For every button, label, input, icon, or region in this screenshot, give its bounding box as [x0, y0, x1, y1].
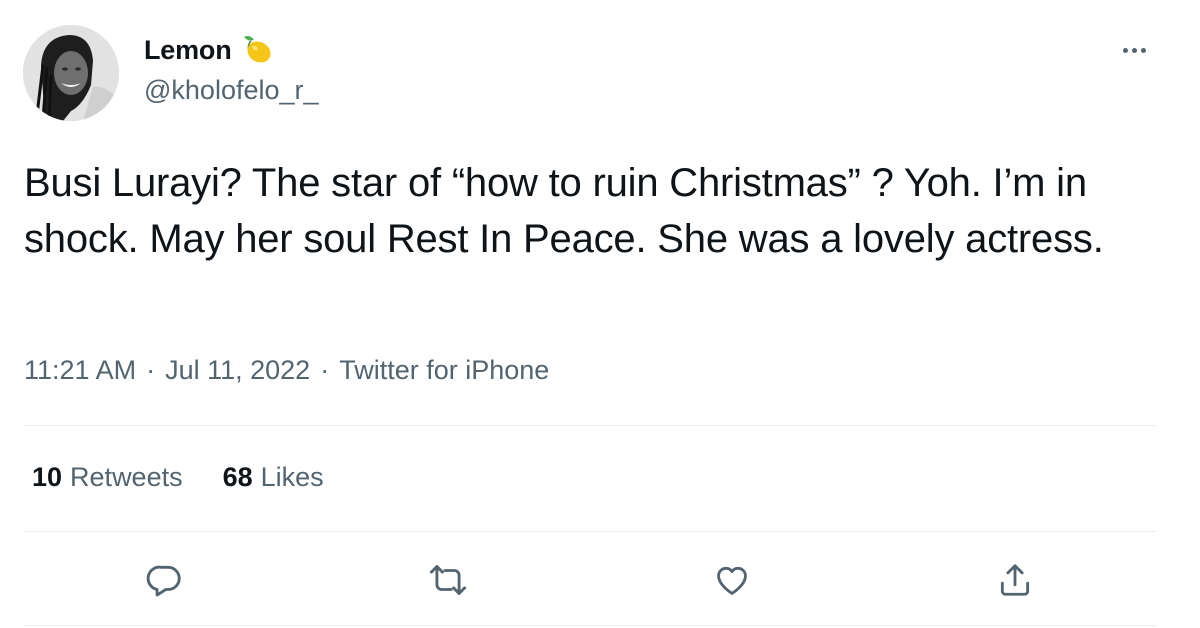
more-dot-icon: [1122, 47, 1128, 53]
retweets-label: Retweets: [70, 462, 183, 492]
reply-button[interactable]: [141, 558, 189, 602]
meta-separator: ·: [146, 355, 156, 385]
share-icon: [1000, 564, 1030, 596]
tweet-card: Lemon @kholofelo_r_ Busi Lurayi? The sta…: [0, 0, 1200, 628]
more-dot-icon: [1140, 47, 1146, 53]
avatar[interactable]: [23, 25, 119, 121]
like-icon: [717, 566, 747, 595]
likes-stat[interactable]: 68 Likes: [223, 462, 324, 493]
avatar-photo: [23, 25, 119, 121]
tweet-stats: 10 Retweets 68 Likes: [32, 462, 324, 493]
more-dot-icon: [1131, 47, 1137, 53]
share-button[interactable]: [991, 558, 1039, 602]
more-options-button[interactable]: [1112, 36, 1156, 64]
retweet-icon: [429, 565, 467, 595]
author-handle[interactable]: @kholofelo_r_: [144, 75, 319, 106]
tweet-source-link[interactable]: Twitter for iPhone: [339, 355, 549, 386]
like-button[interactable]: [708, 558, 756, 602]
retweet-button[interactable]: [424, 558, 472, 602]
likes-label: Likes: [260, 462, 324, 492]
divider: [24, 531, 1156, 532]
retweets-stat[interactable]: 10 Retweets: [32, 462, 183, 493]
divider: [24, 425, 1156, 426]
likes-count: 68: [222, 462, 253, 492]
tweet-time[interactable]: 11:21 AM: [24, 355, 136, 386]
reply-icon: [146, 565, 181, 597]
tweet-date[interactable]: Jul 11, 2022: [165, 355, 310, 386]
retweets-count: 10: [32, 462, 63, 492]
tweet-text: Busi Lurayi? The star of “how to ruin Ch…: [24, 161, 1104, 261]
tweet-meta: 11:21 AM · Jul 11, 2022 · Twitter for iP…: [24, 355, 549, 386]
lemon-icon: [243, 36, 271, 63]
meta-separator: ·: [320, 355, 330, 385]
divider: [24, 625, 1156, 626]
author-name-row[interactable]: Lemon: [144, 33, 274, 67]
display-name[interactable]: Lemon: [144, 35, 232, 66]
